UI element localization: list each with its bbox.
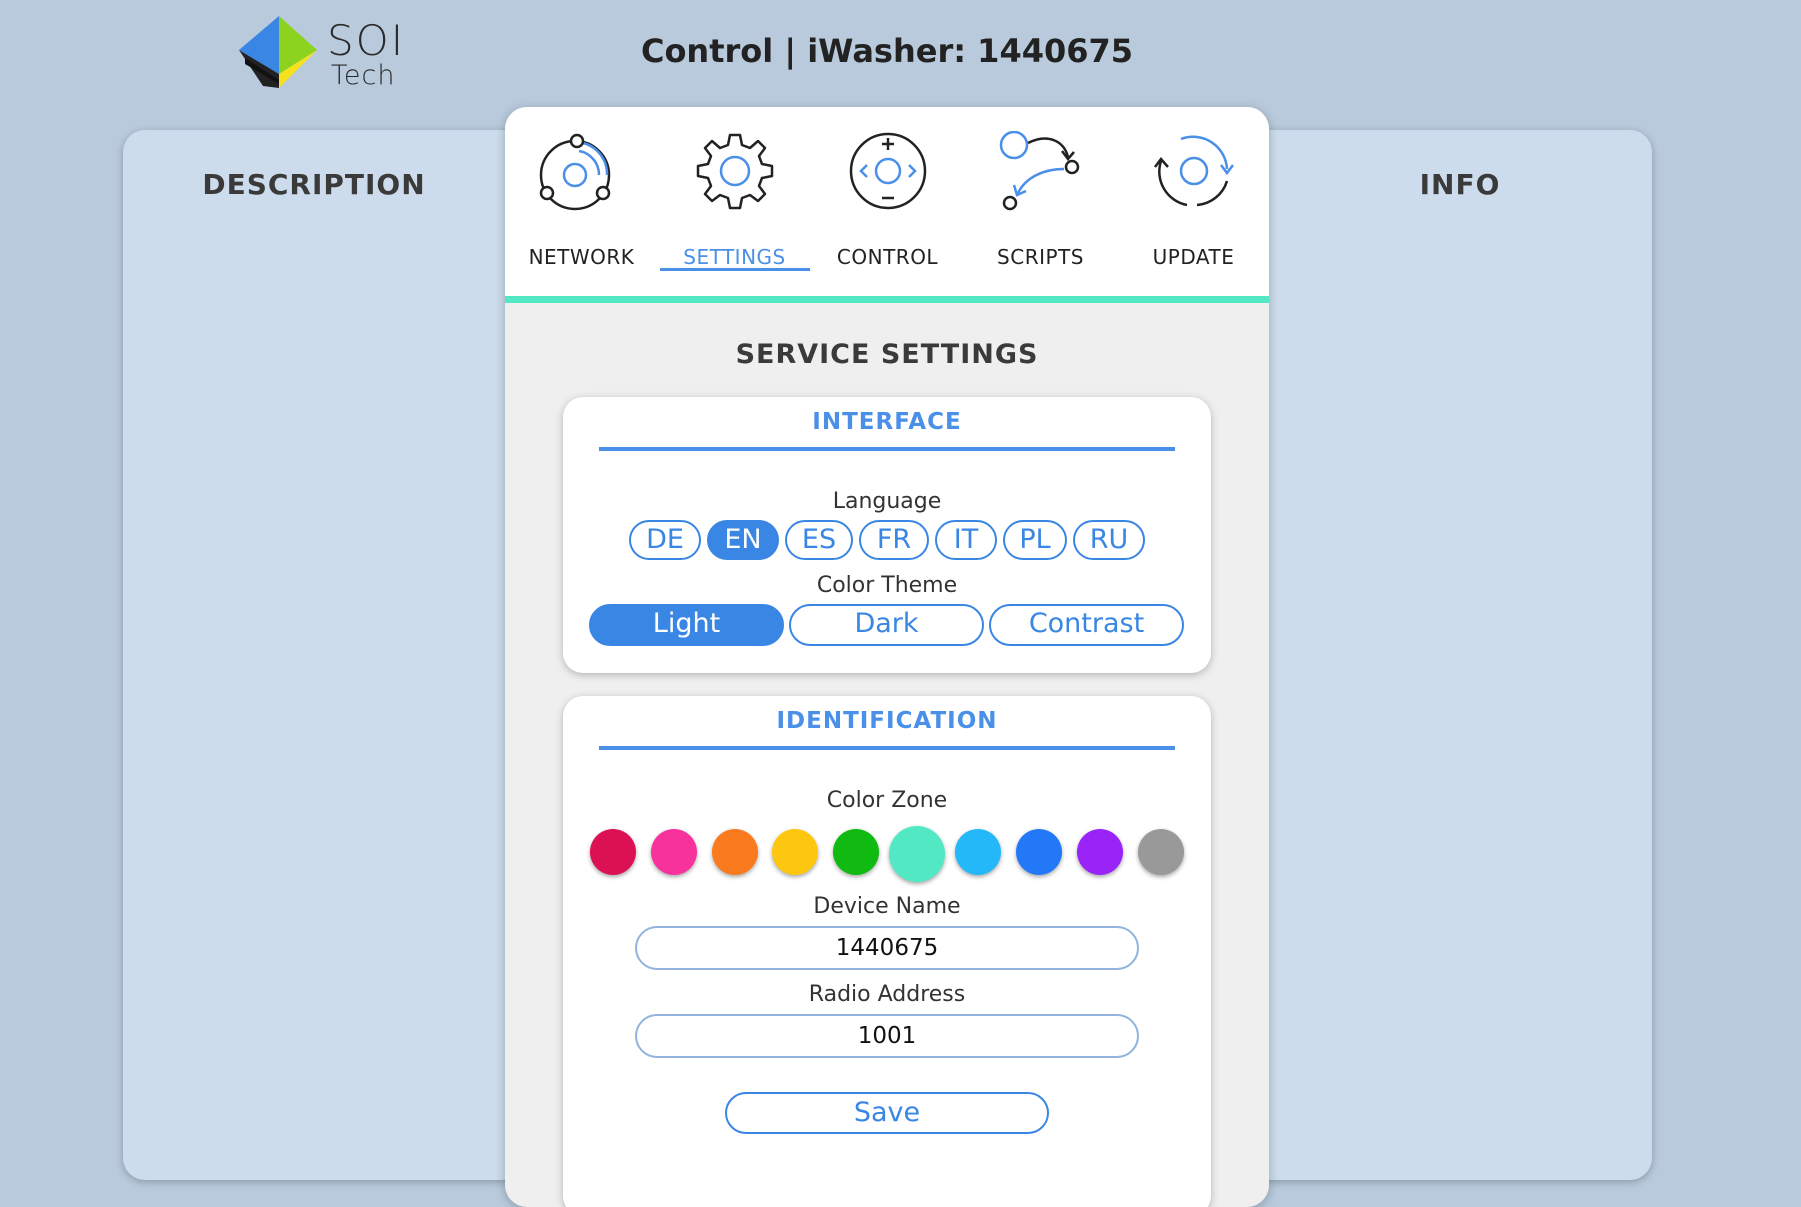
info-panel: INFO (1250, 130, 1652, 1180)
color-zone-swatch-gray[interactable] (1138, 829, 1184, 875)
color-zone-swatch-yellow[interactable] (772, 829, 818, 875)
language-fr-button[interactable]: FR (859, 520, 929, 560)
identification-card-rule (599, 746, 1175, 750)
color-zone-swatch-orange[interactable] (712, 829, 758, 875)
tab-scripts-label: SCRIPTS (997, 245, 1084, 269)
theme-contrast-button[interactable]: Contrast (989, 604, 1184, 646)
interface-card: INTERFACE Language DE EN ES FR IT PL RU … (563, 397, 1211, 673)
top-bar: SOI Tech Control | iWasher: 1440675 (0, 0, 1801, 110)
color-zone-swatch-sky[interactable] (955, 829, 1001, 875)
tab-scripts[interactable]: SCRIPTS (964, 107, 1117, 287)
theme-dark-button[interactable]: Dark (789, 604, 984, 646)
tab-update-label: UPDATE (1152, 245, 1235, 269)
nav-accent-bar (505, 296, 1269, 303)
radio-address-input[interactable]: 1001 (635, 1014, 1139, 1058)
language-de-button[interactable]: DE (629, 520, 701, 560)
tab-settings-label: SETTINGS (683, 245, 786, 269)
language-es-button[interactable]: ES (785, 520, 853, 560)
network-icon (539, 133, 611, 211)
nav-bar: NETWORK SETTINGS CONTROL SCRIPTS UPDATE (505, 107, 1269, 297)
description-title: DESCRIPTION (202, 168, 426, 201)
device-name-input[interactable]: 1440675 (635, 926, 1139, 970)
language-it-button[interactable]: IT (935, 520, 997, 560)
color-zone-swatch-purple[interactable] (1077, 829, 1123, 875)
language-en-button[interactable]: EN (707, 520, 779, 560)
color-zone-swatch-aqua-selected[interactable] (889, 826, 945, 882)
main-panel: NETWORK SETTINGS CONTROL SCRIPTS UPDATE … (505, 107, 1269, 1207)
language-ru-button[interactable]: RU (1073, 520, 1145, 560)
tab-network-label: NETWORK (528, 245, 635, 269)
tab-settings[interactable]: SETTINGS (658, 107, 811, 287)
tab-control-label: CONTROL (836, 245, 939, 269)
interface-card-rule (599, 447, 1175, 451)
page-title: Control | iWasher: 1440675 (640, 32, 1134, 70)
color-zone-label: Color Zone (826, 788, 948, 813)
section-title: SERVICE SETTINGS (735, 339, 1039, 370)
tab-network[interactable]: NETWORK (505, 107, 658, 287)
active-tab-underline (660, 268, 810, 271)
color-theme-label: Color Theme (816, 573, 958, 598)
color-zone-swatch-green[interactable] (833, 829, 879, 875)
tab-update[interactable]: UPDATE (1117, 107, 1269, 287)
color-zone-swatch-crimson[interactable] (590, 829, 636, 875)
language-label: Language (832, 489, 942, 514)
radio-address-label: Radio Address (808, 982, 966, 1007)
color-zone-swatch-pink[interactable] (651, 829, 697, 875)
device-name-label: Device Name (813, 894, 961, 919)
theme-light-button[interactable]: Light (589, 604, 784, 646)
language-pl-button[interactable]: PL (1003, 520, 1067, 560)
identification-card: IDENTIFICATION Color Zone Device Name 14… (563, 696, 1211, 1207)
description-panel: DESCRIPTION (123, 130, 523, 1180)
save-button[interactable]: Save (725, 1092, 1049, 1134)
update-icon (1154, 135, 1234, 207)
gear-icon (696, 133, 774, 210)
control-icon (849, 132, 927, 210)
color-zone-swatch-blue[interactable] (1016, 829, 1062, 875)
info-title: INFO (1419, 168, 1501, 201)
scripts-icon (999, 131, 1080, 211)
interface-card-title: INTERFACE (812, 409, 962, 435)
identification-card-title: IDENTIFICATION (776, 708, 998, 734)
tab-control[interactable]: CONTROL (811, 107, 964, 287)
